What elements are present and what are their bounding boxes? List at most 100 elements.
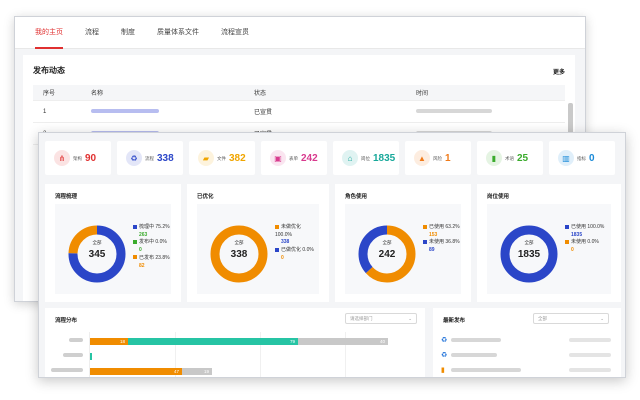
legend-name: 已发布 [139,254,155,261]
item-time-blurred [569,338,611,342]
stat-card-4[interactable]: ⌂ 岗位 1835 [333,141,399,175]
legend-name: 已使用 [571,224,587,230]
donut-total: 1835 [517,249,541,260]
process-distribution-panel: 流程分布 请选择部门 ⌄ 18 79 40 47 19 [45,308,425,377]
top-tab-bar: 我的主页 流程 制度 质量体系文件 流程宣贯 [15,17,585,49]
stat-card-value: 1835 [373,152,396,164]
stat-card-label: 表单 [289,155,298,161]
recycle-icon: ♻ [126,150,142,166]
donut-panel-title: 角色使用 [345,194,368,200]
legend-count: 89 [429,247,435,254]
legend-entry[interactable]: 未做优化 100.0% [275,224,319,239]
bar-segment-gray[interactable]: 19 [182,368,212,375]
col-index: 序号 [43,91,56,97]
tab-process-promo[interactable]: 流程宣贯 [221,17,249,49]
stat-card-0[interactable]: ⋔ 架构 90 [45,141,111,175]
donut-total: 338 [230,249,248,260]
row-status: 已宣贯 [254,110,273,116]
bar-segment-teal[interactable] [90,353,92,360]
table-header: 序号 名称 状态 时间 [33,85,565,101]
dept-label-blurred [63,353,83,357]
stat-card-7[interactable]: ▥ 指标 0 [549,141,615,175]
stat-card-6[interactable]: ▮ 术语 25 [477,141,543,175]
process-distribution-title: 流程分布 [55,318,78,324]
stat-card-value: 338 [157,152,174,164]
legend-count: 82 [139,262,145,269]
legend-percent: 23.8% [155,254,170,261]
legend-entry[interactable]: 未使用 36.8% [423,239,460,247]
bar-segment-gray[interactable]: 40 [298,338,388,345]
legend-percent: 75.2% [155,224,170,230]
item-name-blurred[interactable] [451,338,501,342]
legend-entry[interactable]: 已做优化 0.0% [275,247,319,255]
item-name-blurred[interactable] [451,353,497,357]
legend-name: 未使用 [429,239,445,246]
bar-segment-orange[interactable]: 18 [90,338,128,345]
stat-card-1[interactable]: ♻ 流程 338 [117,141,183,175]
recycle-icon: ♻ [441,352,448,359]
stat-cards: ⋔ 架构 90 ♻ 流程 338 ▰ 文件 382 ▣ 表单 242 ⌂ 岗位 1835 ▲ 风险 1 ▮ 术语 25 ▥… [45,141,615,175]
chevron-down-icon: ⌄ [600,316,604,321]
stat-card-label: 文件 [217,155,226,161]
stat-card-2[interactable]: ▰ 文件 382 [189,141,255,175]
bar-segment-orange[interactable]: 47 [90,368,182,375]
latest-filter-select[interactable]: 全部 ⌄ [533,313,609,324]
legend-swatch [565,224,569,229]
stat-card-5[interactable]: ▲ 风险 1 [405,141,471,175]
legend-entry[interactable]: 未使用 0.0% [565,239,604,247]
stat-card-label: 流程 [145,155,154,161]
form-icon: ▣ [270,150,286,166]
hierarchy-icon: ⋔ [54,150,70,166]
stat-card-3[interactable]: ▣ 表单 242 [261,141,327,175]
legend-swatch [133,240,137,245]
department-select[interactable]: 请选择部门 ⌄ [345,313,417,324]
stat-card-label: 架构 [73,155,82,161]
tab-quality-docs[interactable]: 质量体系文件 [157,17,199,49]
legend-entry[interactable]: 发布中 0.0% [133,239,170,247]
stat-card-label: 岗位 [361,155,370,161]
legend-entry[interactable]: 已使用 63.2% [423,224,460,232]
stat-card-value: 382 [229,152,246,164]
row-time-blurred [416,108,492,113]
col-time: 时间 [416,91,429,97]
donut-panel-2: 角色使用 全部 242 已使用 63.2% 153 未使用 36.8% 89 [335,184,471,302]
recycle-icon: ♻ [441,337,448,344]
more-link[interactable]: 更多 [553,67,565,76]
legend-percent: 63.2% [445,224,460,230]
donut-center-label: 全部 [234,240,244,245]
legend-entry[interactable]: 已使用 100.0% [565,224,604,232]
list-item[interactable]: ♻ [441,334,611,346]
bar-chart-icon: ▥ [558,150,574,166]
donut-panel-1: 已优化 全部 338 未做优化 100.0% 338 已做优化 0.0% 0 [187,184,329,302]
bar-segment-teal[interactable]: 79 [128,338,298,345]
row-name-blurred[interactable] [91,108,159,113]
tab-rules[interactable]: 制度 [121,17,135,49]
donut-panel-0: 流程梳理 全部 345 梳理中 75.2% 263 发布中 0.0% 0 已发布 23.8% 8… [45,184,181,302]
item-time-blurred [569,368,611,372]
table-row[interactable]: 1 已宣贯 [33,101,565,123]
tab-process[interactable]: 流程 [85,17,99,49]
donut-panel-3: 岗位使用 全部 1835 已使用 100.0% 1835 未使用 0.0% 0 [477,184,621,302]
building-icon: ⌂ [342,150,358,166]
donut-panel-title: 已优化 [197,194,214,200]
department-select-value: 请选择部门 [350,316,373,321]
list-item[interactable]: ▮ [441,364,611,376]
legend-entry[interactable]: 梳理中 75.2% [133,224,170,232]
donut-center-label: 全部 [382,240,392,245]
legend-swatch [423,240,427,245]
item-name-blurred[interactable] [451,368,521,372]
warning-icon: ▲ [414,150,430,166]
donut-legend: 已使用 63.2% 153 未使用 36.8% 89 [423,224,460,255]
tab-my-home[interactable]: 我的主页 [35,17,63,49]
latest-release-title: 最新发布 [443,318,466,324]
dashboard-window-front: ⋔ 架构 90 ♻ 流程 338 ▰ 文件 382 ▣ 表单 242 ⌂ 岗位 1835 ▲ 风险 1 ▮ 术语 25 ▥… [38,132,626,378]
donut-total: 345 [88,249,106,260]
legend-count: 0 [139,247,142,254]
stat-card-label: 风险 [433,155,442,161]
latest-filter-value: 全部 [538,316,547,321]
legend-count: 338 [281,239,290,246]
legend-entry[interactable]: 已发布 23.8% [133,255,170,263]
legend-swatch [133,255,137,260]
legend-name: 发布中 [139,239,155,246]
list-item[interactable]: ♻ [441,349,611,361]
